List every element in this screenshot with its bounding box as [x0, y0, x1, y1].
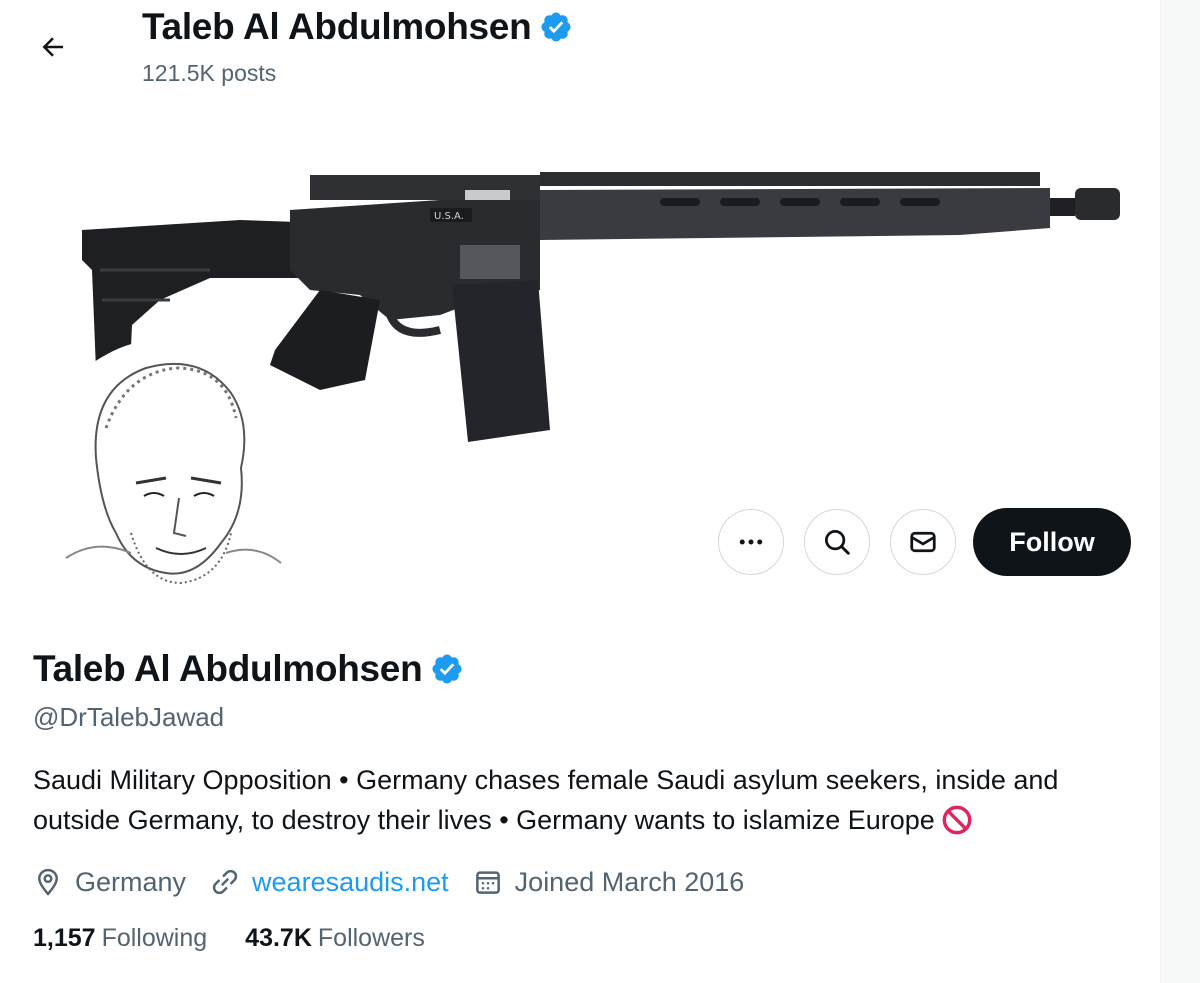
- joined-text: Joined March 2016: [514, 866, 745, 897]
- search-icon: [825, 530, 850, 555]
- header-display-name: Taleb Al Abdulmohsen: [142, 6, 532, 47]
- followers-count: 43.7K: [245, 924, 312, 952]
- more-options-button[interactable]: [718, 509, 784, 575]
- back-button[interactable]: [28, 22, 78, 72]
- bio-text: Saudi Military Opposition • Germany chas…: [33, 765, 1059, 835]
- location-item: Germany: [33, 867, 186, 898]
- calendar-icon: [475, 871, 500, 894]
- profile-meta: Germany wearesaudis.net Joined March 201…: [33, 862, 768, 902]
- followers-label: Followers: [317, 924, 425, 952]
- no-entry-sign-icon: [942, 805, 972, 835]
- header-title: Taleb Al Abdulmohsen: [142, 6, 573, 48]
- avatar-sketch-image: [65, 362, 282, 585]
- profile-bio: Saudi Military Opposition • Germany chas…: [33, 760, 1143, 840]
- follow-stats: 1,157 Following 43.7K Followers: [33, 924, 463, 953]
- website-link[interactable]: wearesaudis.net: [252, 867, 449, 898]
- website-item: wearesaudis.net: [210, 867, 449, 898]
- rifle-marking: U.S.A.: [434, 211, 464, 222]
- profile-avatar[interactable]: [36, 338, 306, 608]
- follow-button[interactable]: Follow: [973, 508, 1131, 576]
- profile-handle: @DrTalebJawad: [33, 702, 225, 732]
- more-horizontal-icon: [739, 539, 763, 545]
- message-button[interactable]: [890, 509, 956, 575]
- envelope-icon: [910, 531, 936, 553]
- arrow-left-icon: [42, 37, 63, 57]
- link-icon: [212, 869, 238, 895]
- verified-badge-icon: [541, 12, 571, 42]
- location-pin-icon: [37, 868, 59, 896]
- profile-header: Taleb Al Abdulmohsen 121.5K posts: [0, 0, 1160, 110]
- joined-item: Joined March 2016: [473, 866, 745, 898]
- profile-name-row: Taleb Al Abdulmohsen: [33, 648, 464, 690]
- post-count: 121.5K posts: [142, 60, 277, 86]
- following-link[interactable]: 1,157 Following: [33, 924, 207, 953]
- search-profile-button[interactable]: [804, 509, 870, 575]
- followers-link[interactable]: 43.7K Followers: [245, 924, 425, 953]
- following-label: Following: [101, 924, 208, 952]
- verified-badge-icon[interactable]: [430, 652, 464, 686]
- right-column-background: [1161, 0, 1200, 983]
- location-text: Germany: [75, 866, 187, 897]
- following-count: 1,157: [33, 924, 96, 952]
- column-divider: [1160, 0, 1161, 983]
- profile-display-name: Taleb Al Abdulmohsen: [33, 648, 423, 689]
